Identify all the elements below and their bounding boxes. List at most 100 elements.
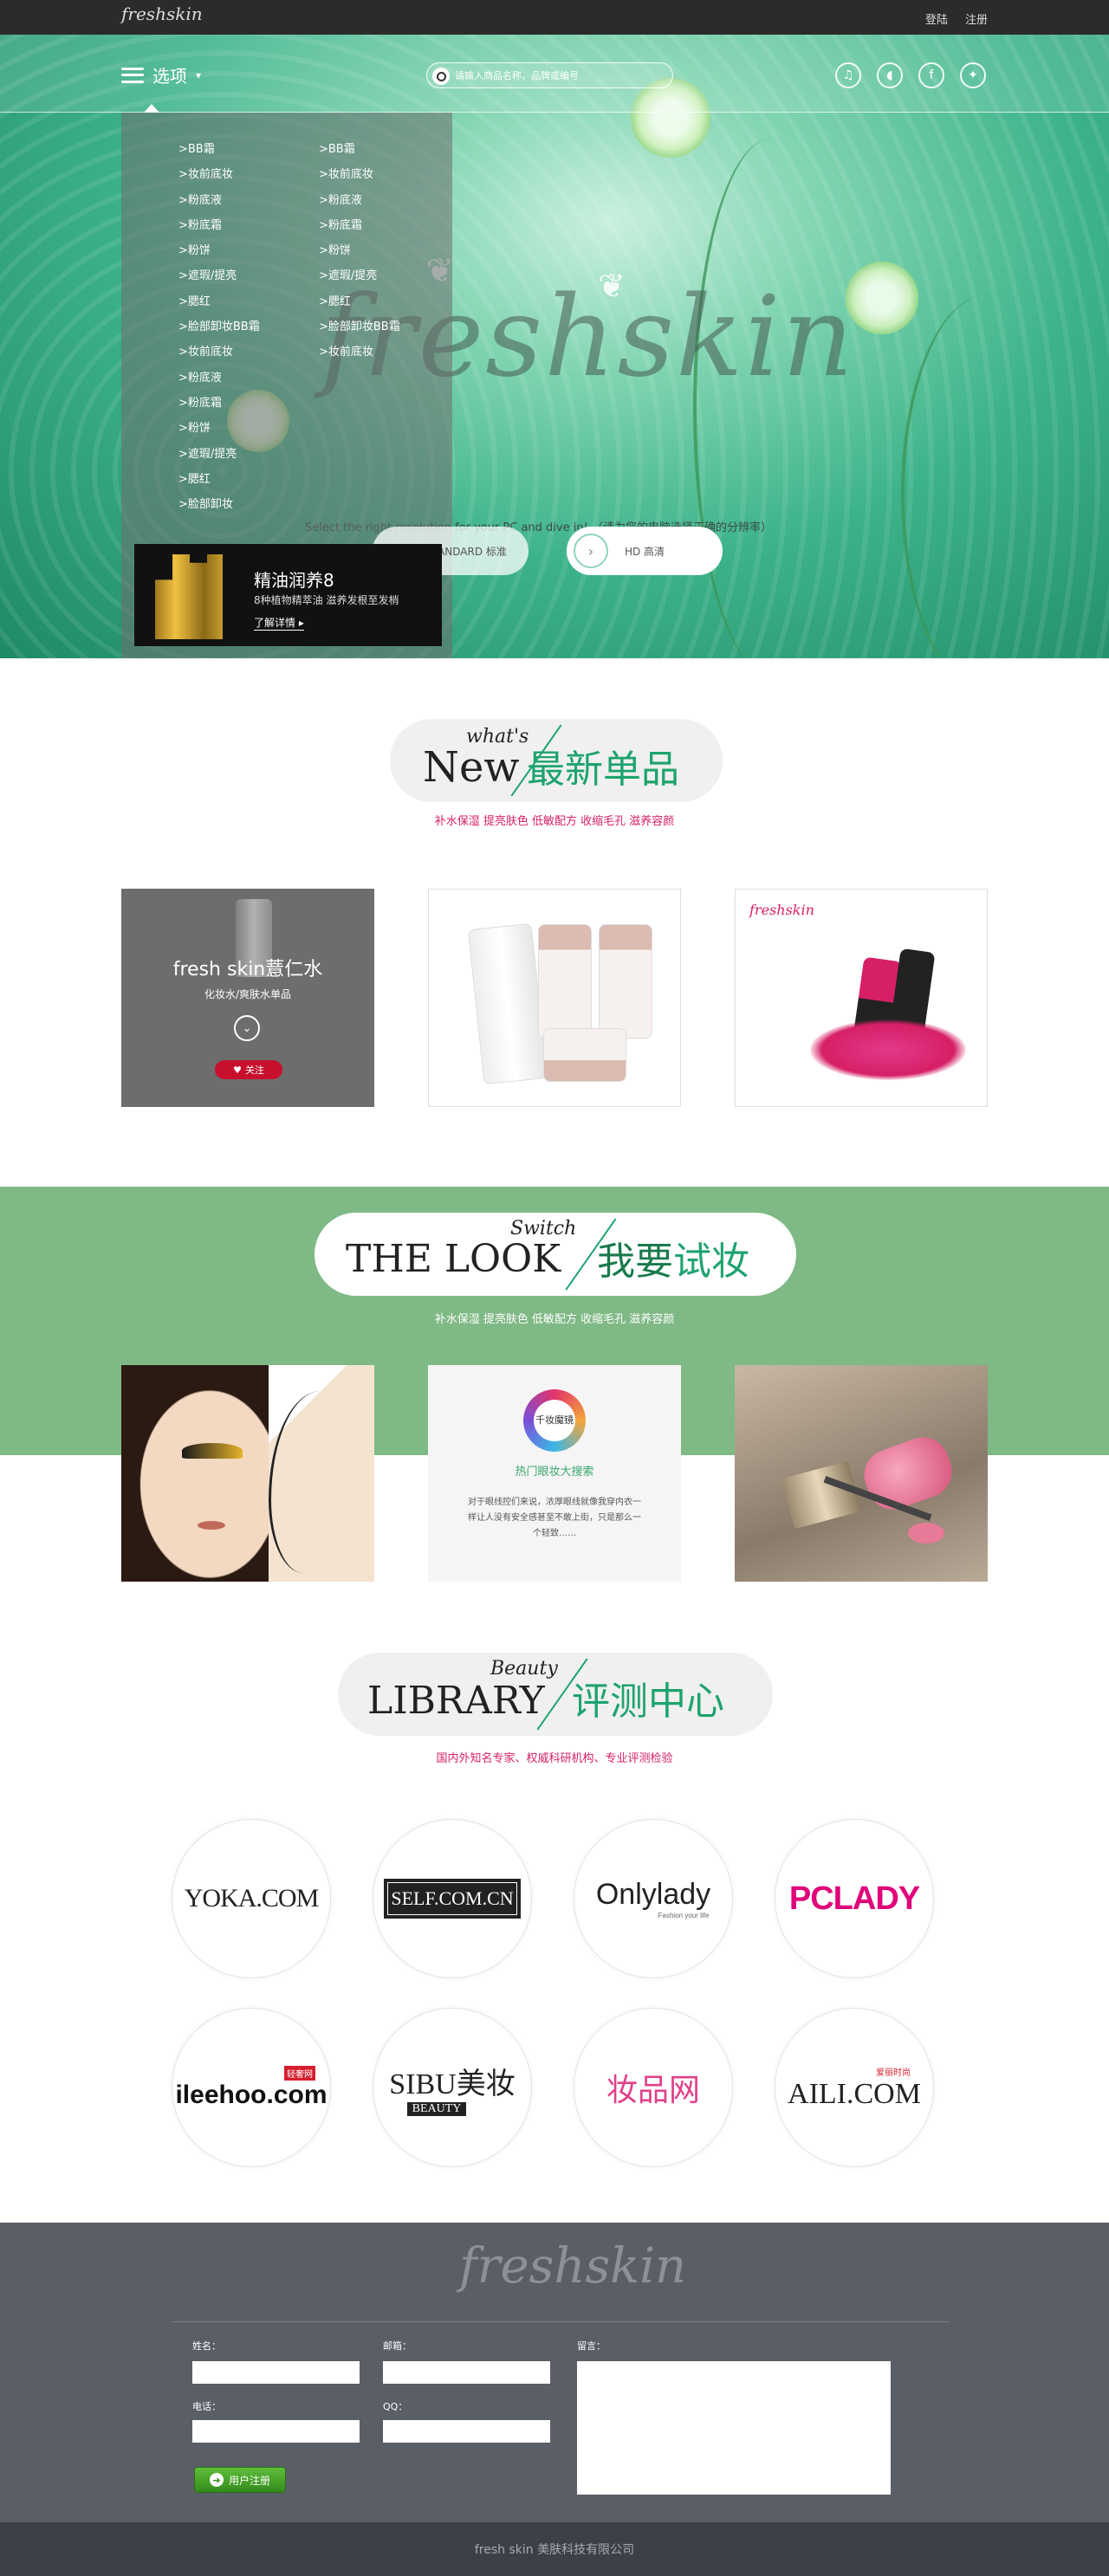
brand-logo: YOKA.COM xyxy=(184,1884,320,1913)
phone-field[interactable] xyxy=(192,2420,360,2443)
message-field[interactable] xyxy=(577,2361,891,2495)
category-item[interactable]: >遮瑕/提亮 xyxy=(178,263,260,288)
category-item[interactable]: >粉底液 xyxy=(178,188,260,213)
menu-label: 选项 xyxy=(152,66,187,87)
product-title: fresh skin薏仁水 xyxy=(172,959,323,981)
brand-logo: AILI.COM xyxy=(788,2077,921,2110)
search-input[interactable] xyxy=(455,67,663,84)
category-item[interactable]: >BB霜 xyxy=(319,137,400,162)
email-label: 邮箱： xyxy=(383,2340,412,2352)
facebook-icon[interactable]: f xyxy=(918,62,944,88)
new-section-badge: what's New 最新单品 xyxy=(390,719,723,802)
category-item[interactable]: >腮红 xyxy=(178,467,260,492)
category-item[interactable]: >脸部卸妆 xyxy=(178,492,260,517)
category-item[interactable]: >脸部卸妆BB霜 xyxy=(319,314,400,340)
look-card-lipgloss[interactable] xyxy=(735,1365,988,1582)
badge-english-title: LIBRARY xyxy=(367,1679,545,1723)
library-section-badge: Beauty LIBRARY 评测中心 xyxy=(338,1653,773,1736)
lipgloss-tip-image xyxy=(908,1523,944,1544)
lipgloss-cap-image xyxy=(781,1460,862,1530)
category-item[interactable]: >粉底液 xyxy=(319,188,400,213)
eyeshadow-detail xyxy=(182,1443,243,1459)
register-link[interactable]: 注册 xyxy=(965,14,988,27)
register-label: 用户注册 xyxy=(228,2474,270,2487)
hd-resolution-button[interactable]: › HD 高清 xyxy=(567,527,723,575)
footer-logo: freshskin xyxy=(459,2238,687,2294)
product-subtitle: 化妆水/爽肤水单品 xyxy=(204,988,292,1000)
message-label: 留言： xyxy=(577,2340,606,2352)
email-field[interactable] xyxy=(383,2361,550,2384)
category-item[interactable]: >腮红 xyxy=(319,289,400,314)
category-item[interactable]: >粉底霜 xyxy=(319,213,400,238)
look-card-eye[interactable] xyxy=(121,1365,374,1582)
badge-english-title: New xyxy=(423,743,520,792)
category-item[interactable]: >妆前底妆 xyxy=(319,340,400,365)
category-item[interactable]: >粉底霜 xyxy=(178,213,260,238)
category-column-1: >BB霜 >妆前底妆 >粉底液 >粉底霜 >粉饼 >遮瑕/提亮 >腮红 >脸部卸… xyxy=(178,137,260,517)
speaker-icon[interactable]: ◖ xyxy=(877,62,903,88)
category-item[interactable]: >妆前底妆 xyxy=(178,340,260,365)
category-item[interactable]: >妆前底妆 xyxy=(319,162,400,187)
menu-button[interactable]: 选项 ▾ xyxy=(121,62,201,87)
category-item[interactable]: >遮瑕/提亮 xyxy=(178,442,260,467)
music-note-icon[interactable]: ♫ xyxy=(835,62,861,88)
eyeliner-stroke xyxy=(269,1391,355,1573)
heart-icon: ♥ xyxy=(233,1064,242,1076)
category-item[interactable]: >遮瑕/提亮 xyxy=(319,263,400,288)
top-logo[interactable]: freshskin xyxy=(121,3,203,24)
lips-detail xyxy=(198,1521,225,1530)
product-card[interactable] xyxy=(428,889,681,1107)
category-item[interactable]: >腮红 xyxy=(178,289,260,314)
brand-aili[interactable]: 爱丽时尚 AILI.COM xyxy=(775,2008,934,2167)
category-item[interactable]: >粉饼 xyxy=(319,238,400,263)
brand-tagline: Fashion your life xyxy=(658,1912,710,1919)
look-card-search[interactable]: 千妆魔镜 热门眼妆大搜索 对于眼线控们来说，浓厚眼线就像我穿内衣一样让人没有安全… xyxy=(428,1365,681,1582)
bottle-image xyxy=(599,924,652,1039)
brand-self[interactable]: SELF.COM.CN xyxy=(373,1819,532,1978)
brand-sibu[interactable]: SIBU美妆 BEAUTY xyxy=(373,2008,532,2167)
cream-jar-image xyxy=(543,1028,626,1082)
brand-logo: SIBU美妆 xyxy=(389,2068,516,2100)
brand-logo: PCLADY xyxy=(788,1880,920,1917)
brand-tagline: 爱丽时尚 xyxy=(876,2068,911,2078)
search-icon[interactable] xyxy=(432,68,450,85)
lipgloss-bottle-image xyxy=(857,1430,959,1517)
brand-logo: SELF.COM.CN xyxy=(384,1879,521,1919)
promo-more-link[interactable]: 了解详情 ▸ xyxy=(254,615,304,631)
card-logo: freshskin xyxy=(749,902,814,918)
category-item[interactable]: >妆前底妆 xyxy=(178,162,260,187)
qq-field[interactable] xyxy=(383,2420,550,2443)
category-item[interactable]: >脸部卸妆BB霜 xyxy=(178,314,260,340)
login-link[interactable]: 登陆 xyxy=(925,14,948,27)
category-item[interactable]: >粉饼 xyxy=(178,416,260,441)
name-field[interactable] xyxy=(192,2361,360,2384)
dropdown-caret xyxy=(144,104,159,113)
hd-label: HD 高清 xyxy=(624,545,665,558)
chevron-down-icon[interactable]: ⌄ xyxy=(234,1015,260,1041)
promo-banner[interactable]: 精油润养8 8种植物精萃油 滋养发根至发梢 了解详情 ▸ xyxy=(134,544,442,646)
cucumber-slice xyxy=(846,262,918,334)
brand-yoka[interactable]: YOKA.COM xyxy=(172,1819,331,1978)
promo-title: 精油润养8 xyxy=(254,570,334,591)
bottle-image xyxy=(538,924,592,1039)
follow-button[interactable]: ♥ 关注 xyxy=(215,1060,282,1079)
brand-zhuangpin[interactable]: 妆品网 xyxy=(574,2008,733,2167)
search-box[interactable] xyxy=(426,62,673,88)
brand-pclady[interactable]: PCLADY xyxy=(775,1819,934,1978)
category-item[interactable]: >粉饼 xyxy=(178,238,260,263)
brand-ileehoo[interactable]: 轻奢网 ileehoo.com xyxy=(172,2008,331,2167)
promo-description: 8种植物精萃油 滋养发根至发梢 xyxy=(254,594,399,606)
product-card[interactable]: freshskin xyxy=(735,889,988,1107)
category-item[interactable]: >粉底液 xyxy=(178,366,260,391)
twitter-icon[interactable]: ✦ xyxy=(960,62,986,88)
category-item[interactable]: >BB霜 xyxy=(178,137,260,162)
badge-english-title: THE LOOK xyxy=(346,1237,561,1281)
brand-onlylady[interactable]: Onlylady Fashion your life xyxy=(574,1819,733,1978)
register-button[interactable]: ➜ 用户注册 xyxy=(194,2467,286,2493)
product-card[interactable]: fresh skin薏仁水 化妆水/爽肤水单品 ⌄ ♥ 关注 xyxy=(121,889,374,1107)
category-item[interactable]: >粉底霜 xyxy=(178,391,260,416)
social-icons: ♫ ◖ f ✦ xyxy=(835,62,986,88)
look-card-title[interactable]: 热门眼妆大搜索 xyxy=(428,1462,681,1479)
look-section-badge: Switch THE LOOK 我要 试妆 xyxy=(315,1213,796,1296)
brand-logo: 妆品网 xyxy=(606,2073,700,2108)
